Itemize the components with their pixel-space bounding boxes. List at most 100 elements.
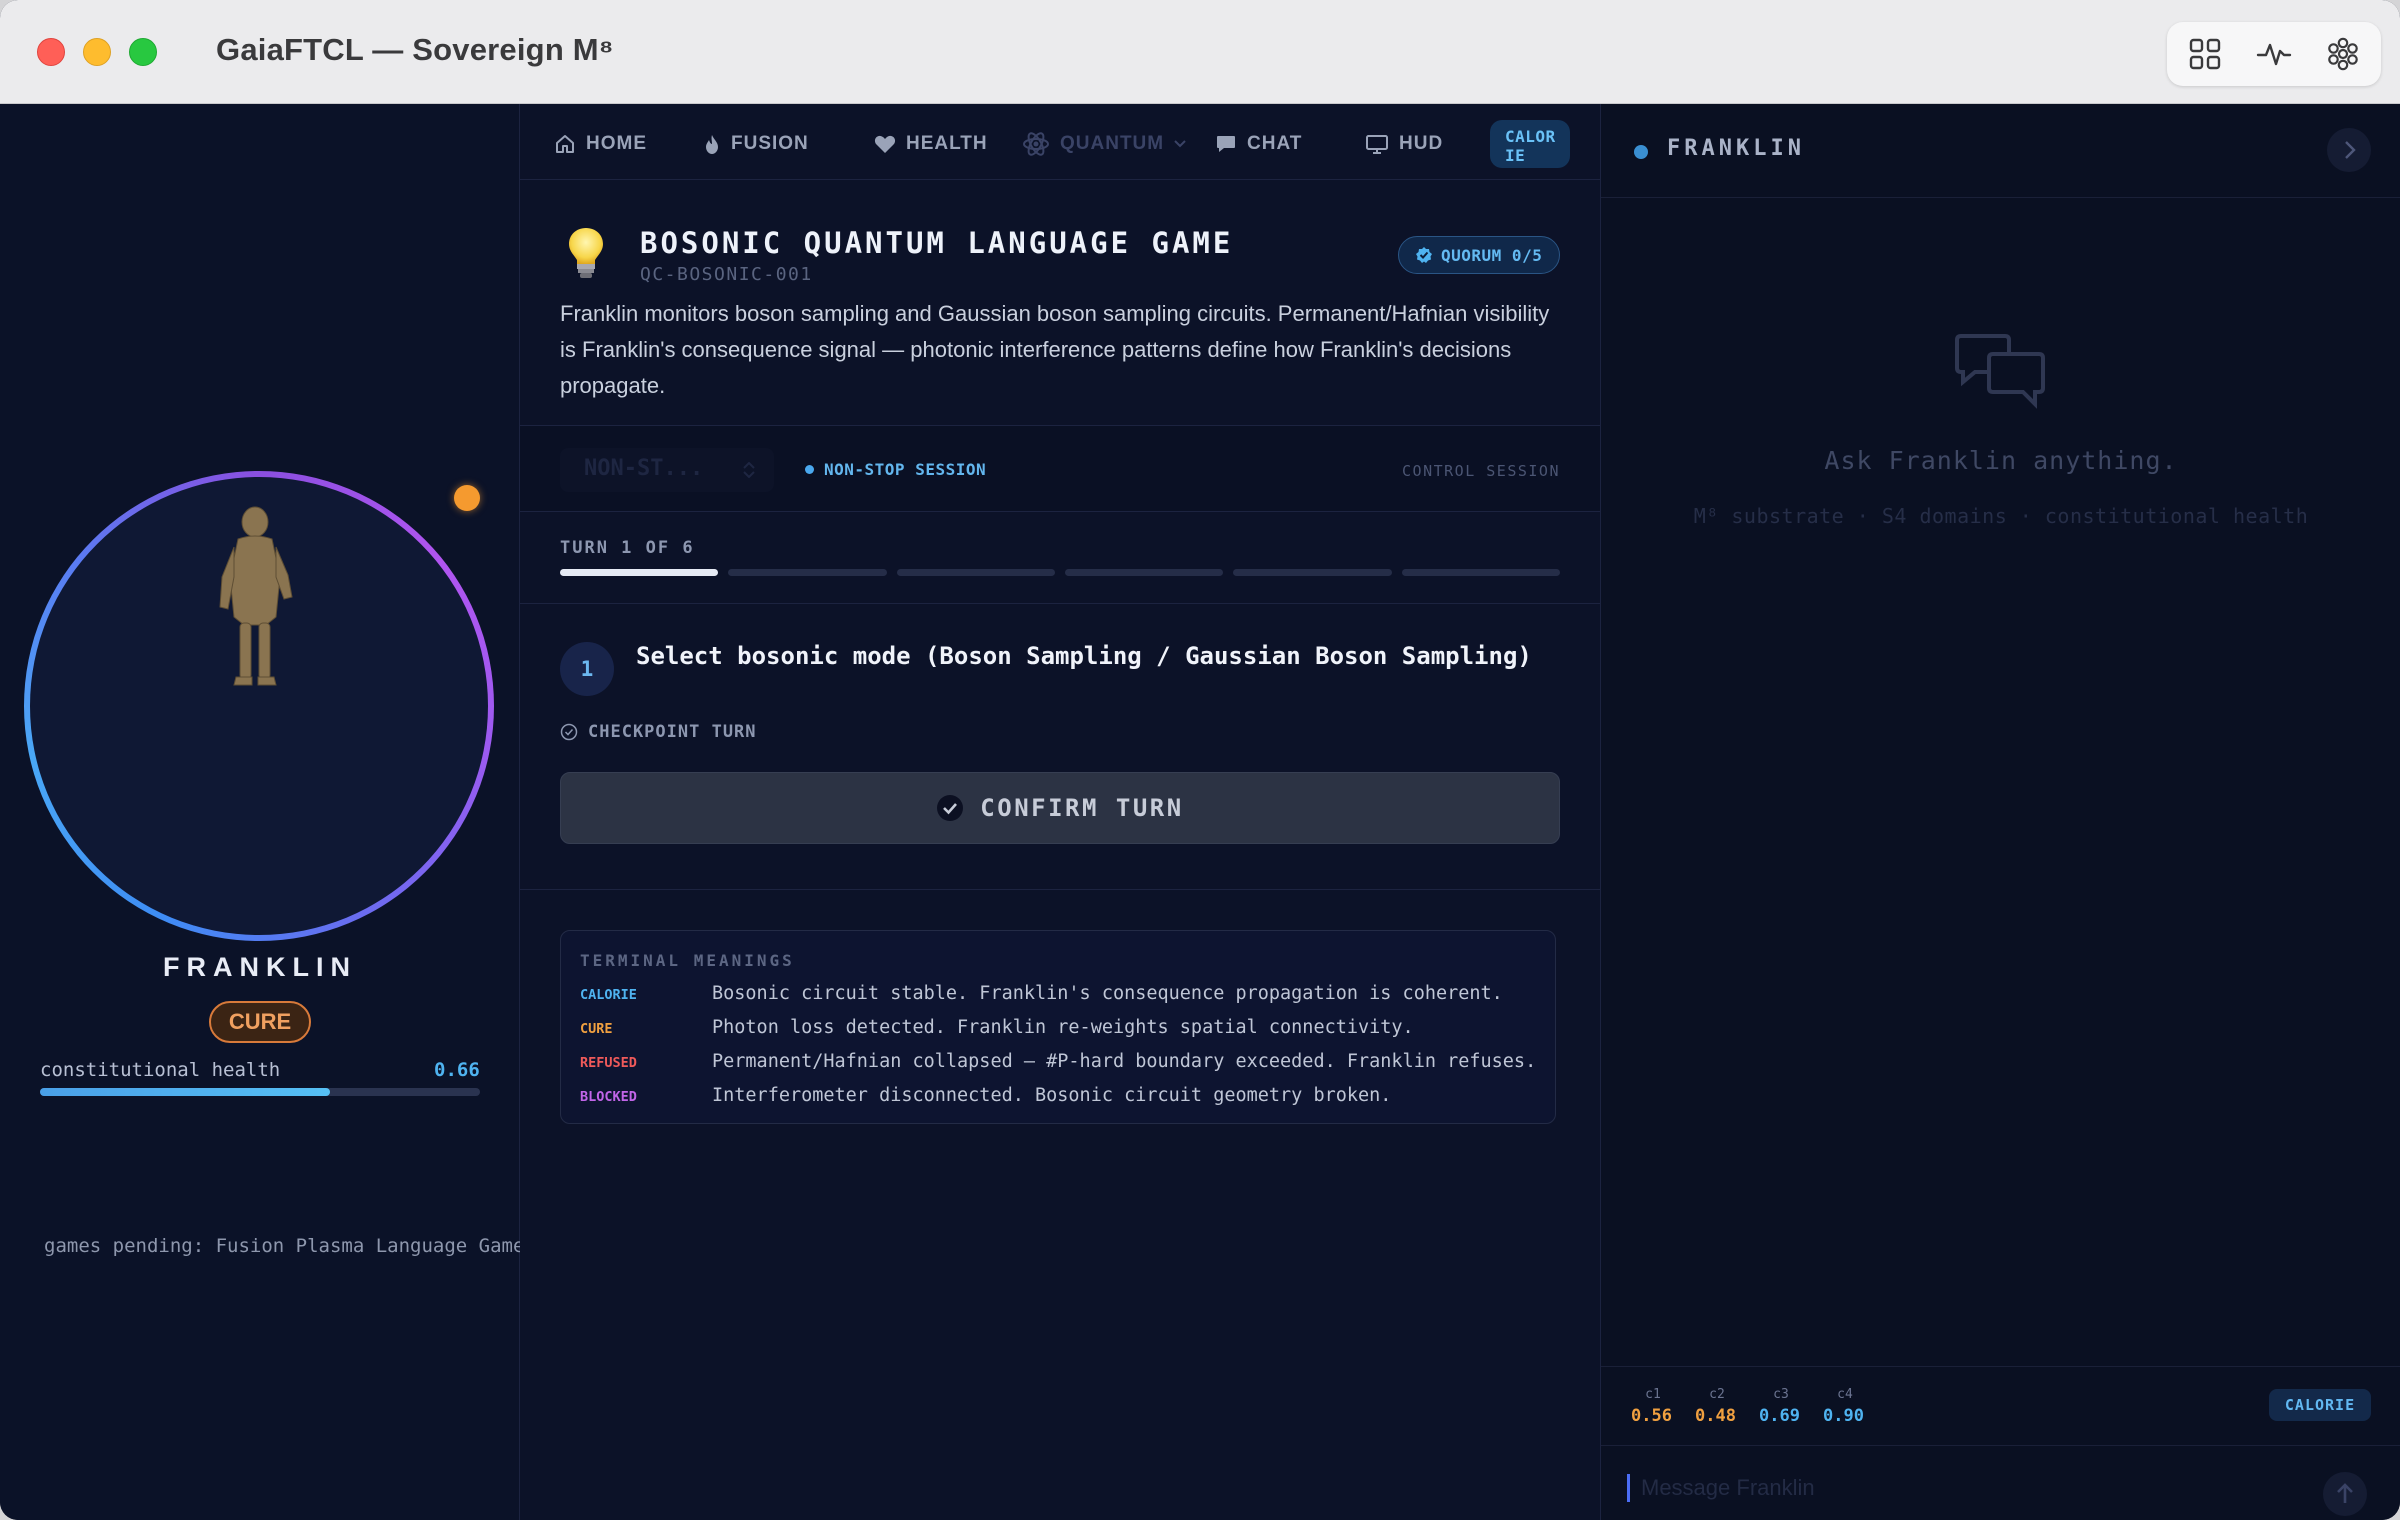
arrow-up-icon — [2337, 1483, 2353, 1503]
avatar-ring — [24, 471, 494, 941]
window-title: GaiaFTCL — Sovereign M⁸ — [216, 32, 614, 67]
game-panel: HOME FUSION HEALTH QUANTUM CHAT HUD CALO… — [520, 104, 1600, 1520]
text-caret — [1627, 1474, 1630, 1502]
franklin-statue-icon — [219, 506, 293, 686]
health-bar-fill — [40, 1088, 331, 1096]
empty-chat-subtitle: M⁸ substrate · S4 domains · constitution… — [1693, 504, 2309, 528]
terminal-key: CALORIE — [580, 987, 637, 1003]
flower-icon[interactable] — [2325, 36, 2361, 72]
grid-icon[interactable] — [2187, 36, 2223, 72]
metric-value: 0.56 — [1631, 1406, 1672, 1426]
send-button[interactable] — [2323, 1472, 2367, 1516]
turn-segment — [1064, 569, 1224, 576]
tab-home-label: HOME — [586, 133, 647, 154]
close-window-button[interactable] — [37, 38, 65, 66]
metric-value: 0.48 — [1695, 1406, 1736, 1426]
terminal-text: Photon loss detected. Franklin re-weight… — [712, 1017, 1414, 1038]
step-number: 1 — [560, 642, 614, 696]
tab-bar: HOME FUSION HEALTH QUANTUM CHAT HUD CALO… — [520, 104, 1600, 180]
confirm-turn-button[interactable]: CONFIRM TURN — [560, 772, 1560, 844]
terminal-state-badge: CALORIE — [2269, 1389, 2371, 1421]
tab-home[interactable]: HOME — [554, 130, 647, 158]
tab-fusion-label: FUSION — [731, 133, 809, 154]
turn-segments — [560, 569, 1560, 576]
quorum-label: QUORUM 0/5 — [1441, 245, 1543, 265]
message-input[interactable] — [1641, 1470, 2281, 1506]
status-badge: CURE — [209, 1001, 311, 1043]
terminal-state-line-2: IE — [1505, 146, 1526, 165]
metric-c3: c3 0.69 — [1759, 1387, 1819, 1426]
tab-health[interactable]: HEALTH — [874, 130, 988, 158]
health-value: 0.66 — [434, 1059, 480, 1081]
turn-segment — [896, 569, 1055, 576]
metric-key: c1 — [1645, 1387, 1661, 1402]
tab-quantum[interactable]: QUANTUM — [1022, 130, 1186, 158]
home-icon — [556, 135, 574, 153]
turn-progress: TURN 1 OF 6 — [520, 512, 1600, 604]
chevron-down-icon — [1174, 140, 1186, 148]
session-controls: NON-ST... NON-STOP SESSION CONTROL SESSI… — [520, 426, 1600, 512]
chat-agent-name: FRANKLIN — [1667, 136, 1805, 161]
turn-step: 1 Select bosonic mode (Boson Sampling / … — [520, 604, 1600, 890]
minimize-window-button[interactable] — [83, 38, 111, 66]
title-bar: GaiaFTCL — Sovereign M⁸ — [0, 0, 2400, 104]
chat-icon — [1217, 136, 1235, 152]
metric-c1: c1 0.56 — [1631, 1387, 1691, 1426]
zoom-window-button[interactable] — [129, 38, 157, 66]
terminal-state-pill[interactable]: CALOR IE — [1490, 120, 1570, 168]
metric-key: c4 — [1837, 1387, 1853, 1402]
terminal-text: Bosonic circuit stable. Franklin's conse… — [712, 983, 1503, 1004]
confirm-turn-label: CONFIRM TURN — [980, 794, 1184, 822]
turn-segment — [1401, 569, 1560, 576]
metric-value: 0.90 — [1823, 1406, 1864, 1426]
collapse-panel-button[interactable] — [2327, 128, 2371, 172]
health-label: constitutional health — [40, 1059, 281, 1081]
terminal-meanings-box: TERMINAL MEANINGS CALORIE Bosonic circui… — [560, 930, 1556, 1124]
verified-badge-icon — [1416, 247, 1432, 263]
control-session-button[interactable]: CONTROL SESSION — [1402, 462, 1560, 480]
empty-chat-title: Ask Franklin anything. — [1824, 446, 2178, 475]
chat-panel: FRANKLIN Ask Franklin anything. M⁸ subst… — [1600, 104, 2400, 1520]
character-panel: FRANKLIN CURE constitutional health 0.66… — [0, 104, 520, 1520]
tab-quantum-label: QUANTUM — [1060, 133, 1165, 154]
non-stop-session-label: NON-STOP SESSION — [824, 460, 987, 479]
metric-c4: c4 0.90 — [1823, 1387, 1883, 1426]
game-description: Franklin monitors boson sampling and Gau… — [560, 301, 1550, 398]
constraint-metrics: c1 0.56 c2 0.48 c3 0.69 c4 0.90 CALORIE — [1601, 1366, 2400, 1446]
online-dot — [1634, 145, 1648, 159]
metric-value: 0.69 — [1759, 1406, 1800, 1426]
tab-hud-label: HUD — [1399, 133, 1444, 154]
tab-chat[interactable]: CHAT — [1215, 130, 1302, 158]
turn-segment — [560, 569, 719, 576]
health-bar — [40, 1088, 480, 1096]
pending-games-ticker: games pending: Fusion Plasma Language Ga… — [44, 1235, 520, 1257]
terminal-row-cure: CURE Photon loss detected. Franklin re-w… — [580, 1017, 1540, 1047]
checkpoint-turn-label: CHECKPOINT TURN — [560, 722, 757, 742]
checkmark-circle-icon — [937, 795, 964, 821]
terminal-row-calorie: CALORIE Bosonic circuit stable. Franklin… — [580, 983, 1540, 1013]
metric-c2: c2 0.48 — [1695, 1387, 1755, 1426]
game-code: QC-BOSONIC-001 — [640, 264, 813, 285]
chevron-right-icon — [2345, 141, 2356, 159]
flame-icon — [706, 135, 718, 154]
terminal-key: BLOCKED — [580, 1089, 637, 1105]
chat-bubbles-icon — [1955, 334, 2045, 409]
turn-segment — [728, 569, 887, 576]
chat-input-row — [1601, 1446, 2400, 1520]
heart-icon — [874, 135, 896, 153]
tab-fusion[interactable]: FUSION — [703, 130, 809, 158]
step-text: Select bosonic mode (Boson Sampling / Ga… — [636, 642, 1532, 670]
non-stop-session-toggle[interactable]: NON-STOP SESSION — [805, 460, 986, 479]
avatar[interactable] — [30, 477, 488, 935]
atom-icon — [1023, 132, 1049, 156]
terminal-row-refused: REFUSED Permanent/Hafnian collapsed — #P… — [580, 1051, 1540, 1081]
tab-hud[interactable]: HUD — [1365, 130, 1443, 158]
check-circle-icon — [560, 723, 578, 741]
lightbulb-icon — [569, 228, 603, 278]
metric-key: c3 — [1773, 1387, 1789, 1402]
terminal-row-blocked: BLOCKED Interferometer disconnected. Bos… — [580, 1085, 1540, 1115]
game-header: BOSONIC QUANTUM LANGUAGE GAME QC-BOSONIC… — [520, 180, 1600, 426]
pulse-icon[interactable] — [2256, 36, 2292, 72]
terminal-state-line-1: CALOR — [1505, 127, 1556, 146]
tab-health-label: HEALTH — [906, 133, 988, 154]
